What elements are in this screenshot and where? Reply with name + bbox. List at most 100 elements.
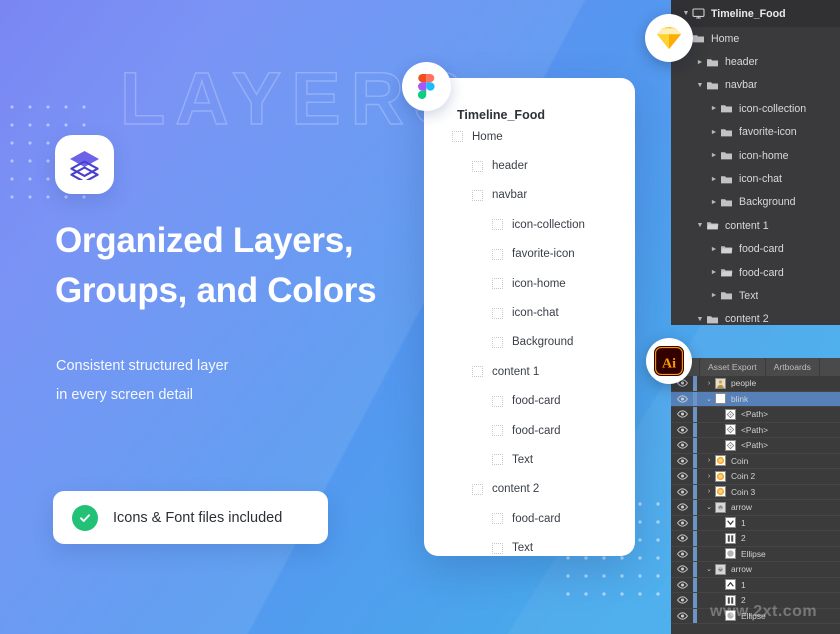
folder-icon <box>692 33 705 44</box>
chevron-right-icon[interactable]: ► <box>708 105 720 112</box>
eye-icon[interactable] <box>671 550 693 558</box>
illustrator-layer-row[interactable]: 2 <box>671 531 840 547</box>
chevron-down-icon[interactable]: ▼ <box>694 222 706 229</box>
folder-icon <box>720 103 733 114</box>
sketch-layer-label: food-card <box>739 243 784 256</box>
illustrator-layer-row[interactable]: › people <box>671 376 840 392</box>
illustrator-layer-list: › people ⌄ blink <Path> <Path> <Path> › Coin › Coi… <box>671 376 840 624</box>
illustrator-layer-row[interactable]: <Path> <box>671 422 840 438</box>
chevron-down-icon[interactable]: ▼ <box>694 316 706 323</box>
figma-layer-row[interactable]: food-card <box>424 504 635 533</box>
chevron-down-icon[interactable]: ⌄ <box>703 395 715 403</box>
illustrator-layer-row[interactable]: <Path> <box>671 407 840 423</box>
chevron-right-icon[interactable]: › <box>703 473 715 480</box>
sketch-layer-row[interactable]: ► icon-collection <box>671 97 840 120</box>
sketch-logo-icon <box>645 14 693 62</box>
illustrator-layer-row[interactable]: 2 <box>671 593 840 609</box>
illustrator-layer-row[interactable]: › Coin 3 <box>671 484 840 500</box>
illustrator-layer-row[interactable]: Ellipse <box>671 608 840 624</box>
chevron-right-icon[interactable]: ► <box>708 246 720 253</box>
figma-layer-row[interactable]: Text <box>424 533 635 556</box>
layer-color-bar <box>693 546 697 561</box>
frame-icon <box>472 483 483 495</box>
folder-open-icon <box>720 244 733 255</box>
figma-layer-row[interactable]: food-card <box>424 416 635 445</box>
illustrator-layer-row[interactable]: ⌄ arrow <box>671 500 840 516</box>
figma-layer-label: icon-chat <box>512 307 559 320</box>
eye-icon[interactable] <box>671 395 693 403</box>
sketch-layer-row[interactable]: ► icon-chat <box>671 167 840 190</box>
eye-icon[interactable] <box>671 472 693 480</box>
figma-layer-row[interactable]: Background <box>424 328 635 357</box>
illustrator-layer-row[interactable]: 1 <box>671 577 840 593</box>
sketch-layer-row[interactable]: ▼ content 2 <box>671 308 840 325</box>
chevron-down-icon[interactable]: ⌄ <box>703 565 715 573</box>
sketch-panel-title: Timeline_Food <box>711 7 786 20</box>
figma-layer-row[interactable]: navbar <box>424 181 635 210</box>
sketch-layer-row[interactable]: ► food-card <box>671 261 840 284</box>
illustrator-layer-row[interactable]: ⌄ arrow <box>671 562 840 578</box>
eye-icon[interactable] <box>671 596 693 604</box>
sketch-layer-row[interactable]: ► favorite-icon <box>671 121 840 144</box>
sketch-layer-row[interactable]: ► icon-home <box>671 144 840 167</box>
illustrator-layer-label: Ellipse <box>741 610 766 621</box>
illustrator-layer-row[interactable]: › Coin 2 <box>671 469 840 485</box>
chevron-right-icon[interactable]: ► <box>708 292 720 299</box>
chevron-down-icon[interactable]: ▼ <box>694 82 706 89</box>
eye-icon[interactable] <box>671 519 693 527</box>
chevron-right-icon[interactable]: › <box>703 488 715 495</box>
frame-icon <box>472 366 483 378</box>
eye-icon[interactable] <box>671 612 693 620</box>
illustrator-tab[interactable]: Asset Export <box>700 358 766 376</box>
eye-icon[interactable] <box>671 581 693 589</box>
illustrator-layer-label: 1 <box>741 579 746 590</box>
eye-icon[interactable] <box>671 457 693 465</box>
chevron-right-icon[interactable]: ► <box>708 176 720 183</box>
figma-layer-row[interactable]: icon-home <box>424 269 635 298</box>
chevron-right-icon[interactable]: ► <box>694 59 706 66</box>
illustrator-layer-row[interactable]: Ellipse <box>671 546 840 562</box>
sketch-layer-row[interactable]: ▼ content 1 <box>671 214 840 237</box>
chevron-down-icon[interactable]: ⌄ <box>703 503 715 511</box>
illustrator-layer-label: <Path> <box>741 409 769 420</box>
eye-icon[interactable] <box>671 426 693 434</box>
layer-color-bar <box>693 438 697 453</box>
page-title: Organized Layers, Groups, and Colors <box>55 221 377 310</box>
figma-layer-row[interactable]: Text <box>424 445 635 474</box>
figma-layer-row[interactable]: icon-collection <box>424 210 635 239</box>
chevron-right-icon[interactable]: ► <box>708 269 720 276</box>
sketch-layer-row[interactable]: ► food-card <box>671 238 840 261</box>
chevron-down-icon[interactable]: ▼ <box>680 10 692 17</box>
sketch-layer-row[interactable]: ► header <box>671 50 840 73</box>
figma-layer-row[interactable]: header <box>424 151 635 180</box>
eye-icon[interactable] <box>671 488 693 496</box>
ellipse-thumb <box>725 548 736 560</box>
eye-icon[interactable] <box>671 441 693 449</box>
sketch-layer-row[interactable]: ► Background <box>671 191 840 214</box>
illustrator-tab[interactable]: Artboards <box>766 358 820 376</box>
chevron-right-icon[interactable]: ► <box>708 199 720 206</box>
illustrator-layer-row[interactable]: <Path> <box>671 438 840 454</box>
figma-layer-row[interactable]: favorite-icon <box>424 240 635 269</box>
figma-layer-row[interactable]: icon-chat <box>424 298 635 327</box>
eye-icon[interactable] <box>671 410 693 418</box>
chevron-right-icon[interactable]: › <box>703 380 715 387</box>
chevron-right-icon[interactable]: ► <box>708 129 720 136</box>
chevron-right-icon[interactable]: ► <box>708 152 720 159</box>
figma-layer-row[interactable]: content 2 <box>424 475 635 504</box>
path-thumb <box>725 408 736 420</box>
eye-icon[interactable] <box>671 534 693 542</box>
illustrator-layer-row[interactable]: ⌄ blink <box>671 391 840 407</box>
figma-layer-row[interactable]: food-card <box>424 387 635 416</box>
eye-icon[interactable] <box>671 565 693 573</box>
eye-icon[interactable] <box>671 503 693 511</box>
chevron-right-icon[interactable]: › <box>703 457 715 464</box>
illustrator-layer-row[interactable]: › Coin <box>671 453 840 469</box>
sketch-layer-row[interactable]: ► Text <box>671 284 840 307</box>
sketch-layer-row[interactable]: Home <box>671 27 840 50</box>
figma-layer-row[interactable]: content 1 <box>424 357 635 386</box>
sketch-panel-header[interactable]: ▼ Timeline_Food <box>671 0 840 27</box>
illustrator-layer-row[interactable]: 1 <box>671 515 840 531</box>
sketch-layer-row[interactable]: ▼ navbar <box>671 74 840 97</box>
figma-layer-row[interactable]: Home <box>424 122 635 151</box>
